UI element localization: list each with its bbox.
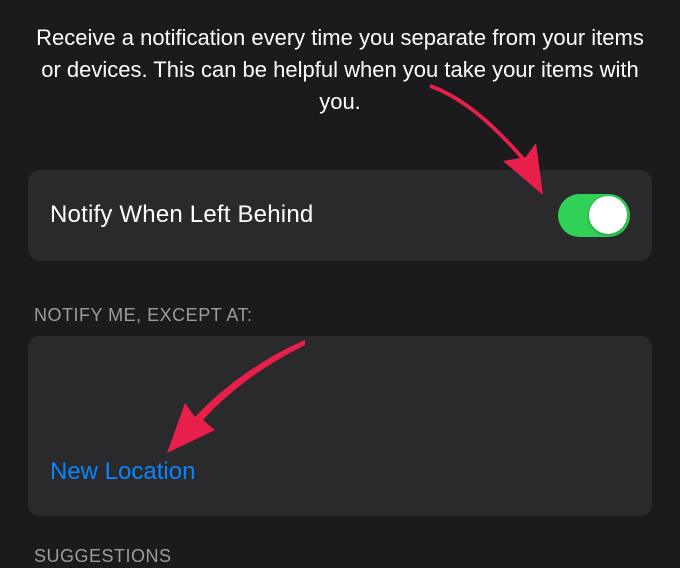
annotation-arrow-toggle	[415, 76, 565, 206]
notify-when-left-behind-label: Notify When Left Behind	[50, 201, 313, 229]
notify-toggle[interactable]	[558, 194, 630, 237]
suggestions-section-header: SUGGESTIONS	[28, 546, 652, 567]
exceptions-cell: New Location	[28, 336, 652, 516]
settings-pane: Receive a notification every time you se…	[0, 0, 680, 567]
annotation-arrow-new-location	[155, 335, 315, 465]
toggle-knob	[589, 196, 627, 234]
exceptions-section-header: NOTIFY ME, EXCEPT AT:	[28, 305, 652, 326]
